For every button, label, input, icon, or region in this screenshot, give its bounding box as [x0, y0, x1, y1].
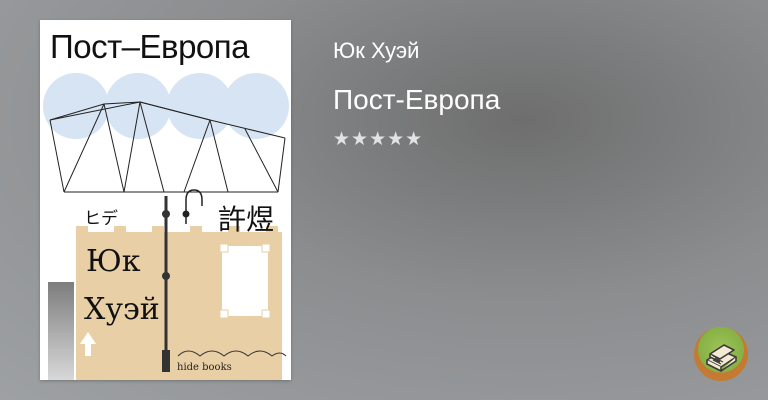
app-badge[interactable] — [694, 327, 748, 381]
cover-author-first: Юк — [86, 244, 141, 279]
book-author[interactable]: Юк Хуэй — [333, 38, 500, 64]
cover-kana-text: ヒデ — [84, 209, 118, 228]
book-title[interactable]: Пост-Европа — [333, 84, 500, 116]
book-cover[interactable]: Пост–Европа ヒデ 許煜 Юк Хуэй hide books — [40, 20, 291, 380]
cover-author-last: Хуэй — [84, 292, 160, 327]
book-stack-icon — [706, 344, 737, 372]
cover-publisher: hide books — [177, 362, 232, 373]
cover-kanji-text: 許煜 — [218, 204, 275, 235]
book-meta: Юк Хуэй Пост-Европа ★★★★★ — [333, 38, 500, 151]
rating-stars[interactable]: ★★★★★ — [333, 128, 500, 151]
cover-title: Пост–Европа — [50, 28, 250, 65]
